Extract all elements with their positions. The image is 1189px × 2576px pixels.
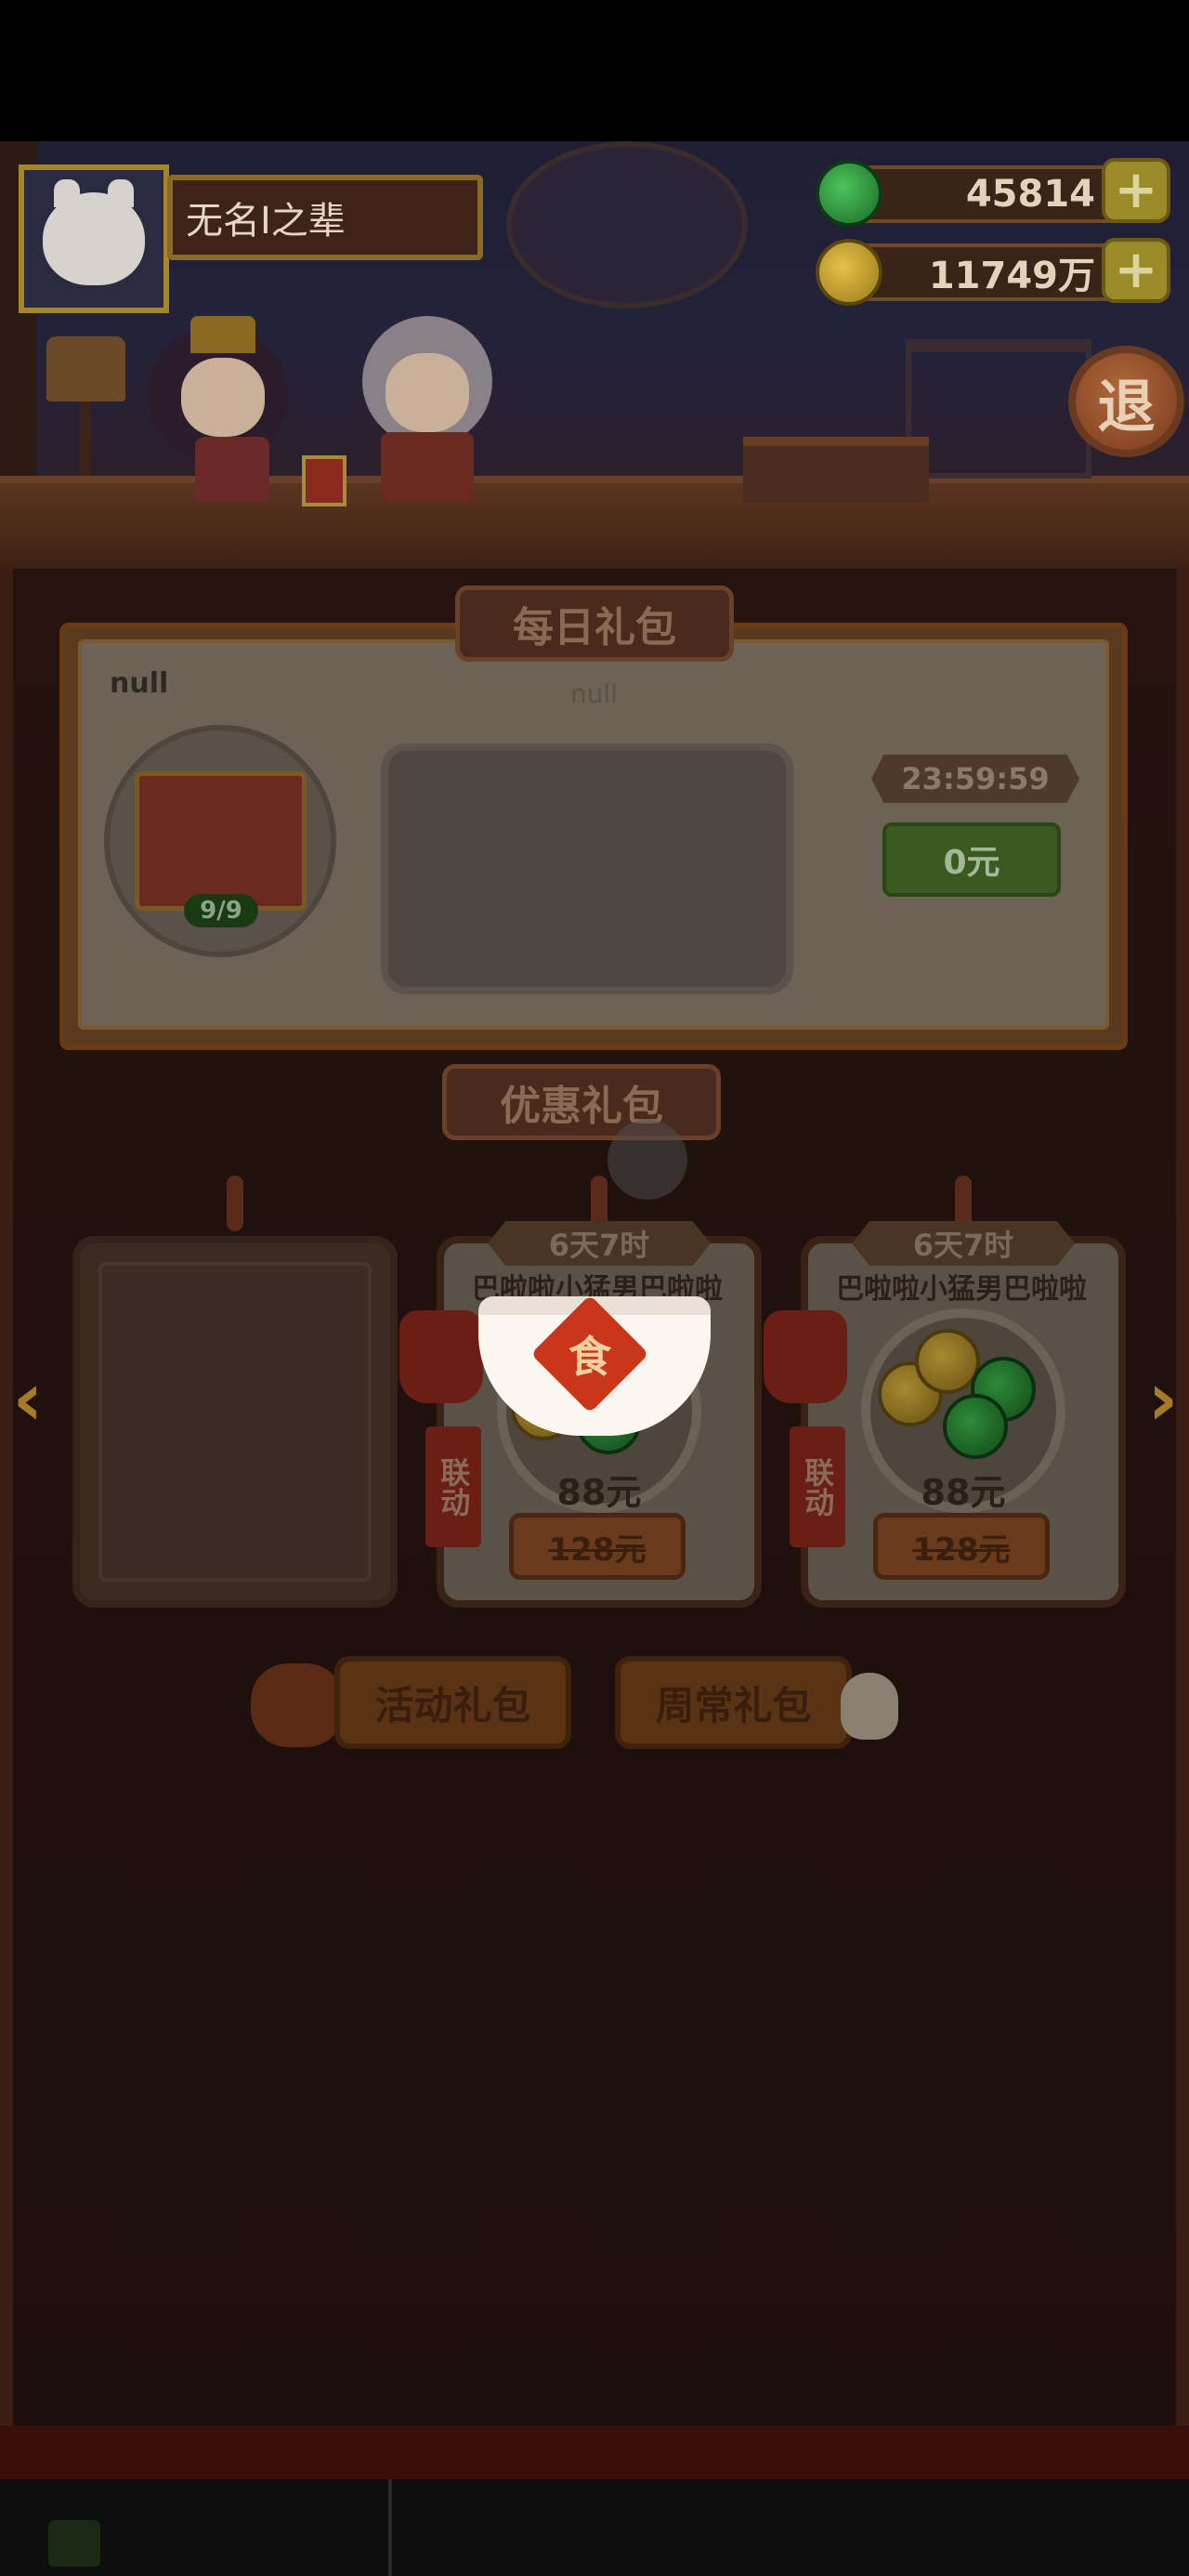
jade-coin-icon (816, 160, 882, 227)
pack-buy-button[interactable]: 128元 (509, 1513, 686, 1580)
treasure-chest-icon (135, 771, 307, 911)
pack-name: 巴啦啦小猛男巴啦啦 (836, 1273, 1087, 1306)
pack-buy-button[interactable]: 128元 (873, 1513, 1050, 1580)
counter-shelf (0, 476, 1189, 569)
bottom-divider (388, 2479, 392, 2576)
copper-coin-icon (816, 239, 882, 306)
plus-icon: + (1114, 240, 1158, 300)
activity-pack-label: 活动礼包 (374, 1682, 531, 1728)
girl-face (181, 358, 265, 437)
plus-icon: + (1114, 160, 1158, 220)
exit-label: 退 (1097, 373, 1156, 440)
girl-body (195, 437, 269, 502)
shop-sign (506, 141, 748, 309)
add-jade-button[interactable]: + (1102, 158, 1170, 223)
collab-tag: 联动 (790, 1426, 845, 1547)
pack-original-price: 128元 (912, 1531, 1011, 1569)
daily-pack-title-text: 每日礼包 (513, 604, 676, 651)
exit-button[interactable]: 退 (1068, 346, 1184, 457)
lamp-decoration (46, 336, 125, 401)
pack-card-empty (72, 1236, 398, 1608)
crown-decoration (190, 316, 255, 353)
boy-body (381, 432, 474, 502)
food-stamp-label: 食 (568, 1332, 611, 1382)
weekly-pack-label: 周常礼包 (655, 1682, 812, 1728)
collab-label: 联动 (800, 1457, 836, 1517)
cat-avatar-icon (43, 179, 145, 285)
pack-time-left: 6天7时 (852, 1221, 1075, 1266)
touch-indicator (608, 1120, 687, 1200)
daily-pack-title: 每日礼包 (455, 585, 734, 662)
weekly-pack-button[interactable]: 周常礼包 (615, 1656, 852, 1749)
pack-time-left: 6天7时 (488, 1221, 711, 1266)
coin-amount: 11749万 (928, 255, 1095, 297)
daily-item-count: 9/9 (184, 894, 258, 927)
daily-reward-bubble (381, 743, 793, 994)
daily-timer: 23:59:59 (871, 755, 1079, 803)
lucky-bag-icon (764, 1310, 847, 1403)
collab-label: 联动 (436, 1457, 472, 1517)
chevron-left-icon[interactable]: ‹ (0, 1356, 56, 1442)
card-pin (227, 1176, 243, 1231)
daily-buy-button[interactable]: 0元 (882, 822, 1061, 897)
pack-original-price: 128元 (548, 1531, 647, 1569)
rabbit-decoration (841, 1673, 898, 1740)
bottom-nav (0, 2479, 1189, 2576)
player-name: 无名I之辈 (186, 200, 346, 243)
player-name-plate: 无名I之辈 (167, 175, 483, 260)
collab-tag: 联动 (425, 1426, 481, 1547)
card-frame (98, 1262, 372, 1582)
discount-pack-title: 优惠礼包 (442, 1064, 721, 1140)
bottom-nav-item[interactable] (48, 2520, 100, 2567)
panel-border-right (1176, 569, 1189, 2476)
jade-coin-icon (943, 1394, 1008, 1459)
activity-pack-button[interactable]: 活动礼包 (334, 1656, 571, 1749)
chevron-right-icon[interactable]: › (1135, 1356, 1189, 1442)
books-decoration (743, 437, 929, 502)
pack-price: 88元 (556, 1472, 642, 1513)
bottom-bar (0, 2425, 1189, 2481)
daily-pack-label: null (110, 667, 169, 700)
panel-border-left (0, 569, 13, 2476)
hanging-rack (906, 339, 1091, 479)
lamp-pole (79, 401, 90, 480)
daily-buy-label: 0元 (943, 844, 1000, 882)
daily-pack-subtitle: null (570, 678, 619, 709)
pack-price: 88元 (921, 1472, 1006, 1513)
tiger-decoration (251, 1663, 344, 1747)
status-band (0, 0, 1189, 141)
red-box-decoration (302, 455, 346, 506)
jade-amount: 45814 (965, 173, 1095, 216)
lucky-bag-icon (399, 1310, 483, 1403)
boy-face (385, 353, 469, 432)
player-avatar[interactable] (19, 164, 169, 313)
add-coin-button[interactable]: + (1102, 238, 1170, 303)
